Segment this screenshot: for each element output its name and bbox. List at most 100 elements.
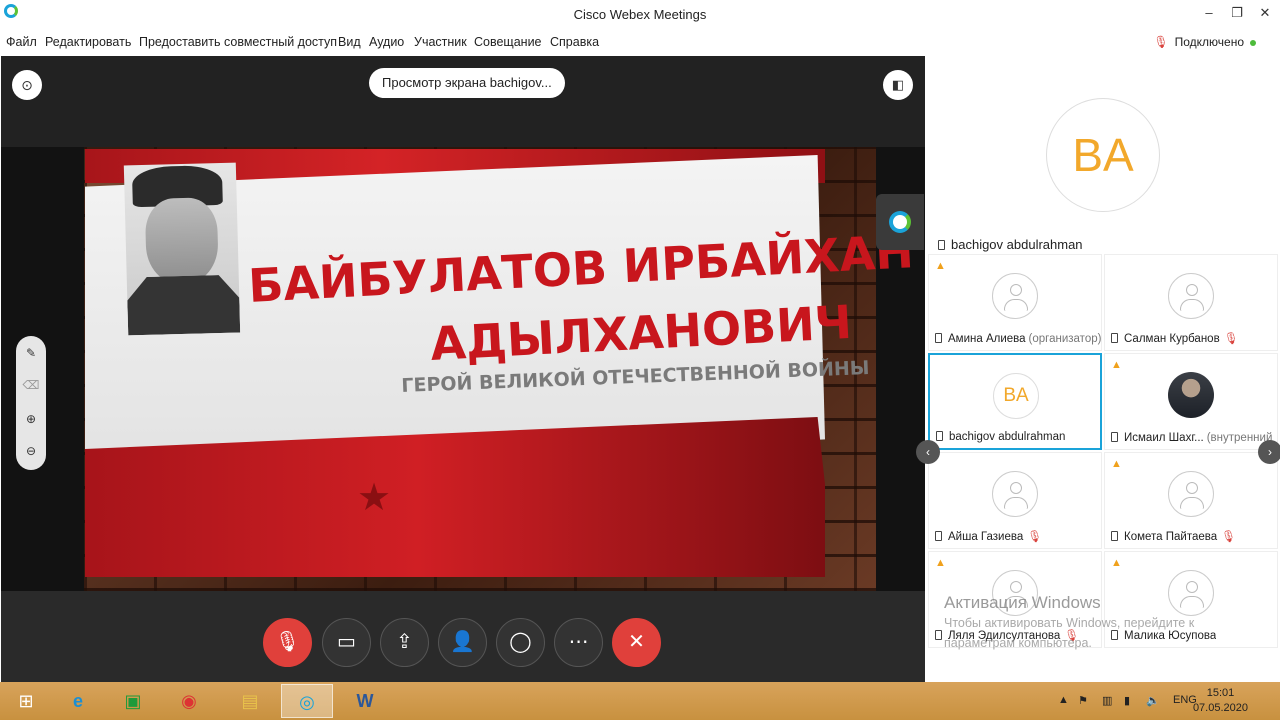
info-icon[interactable]: ⊙: [12, 70, 42, 100]
participant-tile[interactable]: ▲ Малика Юсупова: [1104, 551, 1278, 648]
annotate-icon[interactable]: ✎: [16, 346, 46, 360]
chrome-icon[interactable]: ◉: [163, 684, 215, 718]
volume-icon[interactable]: 🔈: [1146, 694, 1160, 707]
participants-button[interactable]: 👤: [438, 618, 487, 667]
avatar-body: [1180, 497, 1204, 509]
warning-icon: ▲: [1111, 557, 1122, 569]
avatar-head: [1010, 284, 1022, 296]
start-button[interactable]: ⊞: [0, 684, 52, 718]
participant-tile[interactable]: ▲ Исмаил Шахг... (внутренний: [1104, 353, 1278, 450]
participant-name-row: bachigov abdulrahman: [936, 431, 1065, 443]
participant-name-row: Исмаил Шахг... (внутренний: [1111, 432, 1272, 444]
star-icon: ★: [357, 477, 392, 519]
avatar-body: [1004, 497, 1028, 509]
webex-assistant-tab[interactable]: [876, 194, 924, 250]
participant-name-row: Комета Пайтаева 🎙: [1111, 529, 1236, 543]
menu-file[interactable]: Файл: [6, 35, 37, 49]
word-icon[interactable]: W: [339, 684, 391, 718]
shared-screen: БАЙБУЛАТОВ ИРБАЙХАН АДЫЛХАНОВИЧ ГЕРОЙ ВЕ…: [1, 147, 925, 591]
warning-icon: ▲: [935, 557, 946, 569]
internet-explorer-icon[interactable]: e: [52, 684, 104, 718]
participant-name: Комета Пайтаева: [1124, 531, 1218, 543]
device-icon: [935, 531, 942, 541]
participant-initials-avatar: BA: [993, 373, 1039, 419]
menu-participant[interactable]: Участник: [414, 35, 467, 49]
layout-toggle-icon[interactable]: ◧: [883, 70, 913, 100]
restore-button[interactable]: ❐: [1222, 2, 1252, 24]
video-button[interactable]: ▭: [322, 618, 371, 667]
status-dot-icon: [1250, 39, 1256, 46]
participant-tile[interactable]: Айша Газиева 🎙: [928, 452, 1102, 549]
participant-tile[interactable]: ▲ Комета Пайтаева 🎙: [1104, 452, 1278, 549]
participant-tile[interactable]: ▲ Амина Алиева (организатор): [928, 254, 1102, 351]
participant-name-row: Айша Газиева 🎙: [935, 529, 1042, 543]
zoom-out-icon[interactable]: ⊖: [16, 444, 46, 458]
screen-share-label[interactable]: Просмотр экрана bachigov...: [369, 68, 565, 98]
participant-tile[interactable]: Салман Курбанов 🎙: [1104, 254, 1278, 351]
menu-meeting[interactable]: Совещание: [474, 35, 542, 49]
participant-name-row: Салман Курбанов 🎙: [1111, 331, 1238, 345]
device-icon: [936, 431, 943, 441]
participant-name: Малика Юсупова: [1124, 630, 1217, 642]
menu-help[interactable]: Справка: [550, 35, 599, 49]
menu-audio[interactable]: Аудио: [369, 35, 404, 49]
more-button[interactable]: ⋯: [554, 618, 603, 667]
webex-ring-icon: [889, 211, 911, 233]
participant-name: Айша Газиева: [948, 531, 1024, 543]
annotation-toolbar: ✎ ⌫ ⊕ ⊖: [16, 336, 46, 470]
default-avatar-icon: [992, 273, 1038, 319]
participant-name: Амина Алиева: [948, 333, 1026, 345]
portrait-face: [144, 197, 219, 285]
leave-button[interactable]: ✕: [612, 618, 661, 667]
menu-bar: Файл Редактировать Предоставить совместн…: [0, 32, 1280, 52]
activation-watermark-line2: параметрам компьютера.: [944, 636, 1092, 650]
eraser-icon[interactable]: ⌫: [16, 378, 46, 392]
microphone-muted-icon: 🎙: [1027, 531, 1042, 543]
close-window-button[interactable]: ✕: [1250, 2, 1280, 24]
connection-status: 🎙 Подключено: [1153, 35, 1256, 49]
battery-icon[interactable]: ▮: [1124, 694, 1130, 707]
menu-view[interactable]: Вид: [338, 35, 361, 49]
active-speaker-name: bachigov abdulrahman: [934, 235, 1087, 254]
activation-watermark-line1: Чтобы активировать Windows, перейдите к: [944, 616, 1195, 630]
network-icon[interactable]: ▥: [1102, 694, 1112, 707]
active-speaker-avatar: BA: [1046, 98, 1160, 212]
device-icon: [935, 333, 942, 343]
chat-button[interactable]: ◯: [496, 618, 545, 667]
minimize-button[interactable]: –: [1194, 2, 1224, 24]
device-icon: [1111, 432, 1118, 442]
file-explorer-icon[interactable]: ▤: [224, 684, 276, 718]
flag-icon[interactable]: ⚑: [1078, 694, 1088, 707]
avatar-head: [1186, 482, 1198, 494]
mute-button[interactable]: 🎙: [263, 618, 312, 667]
default-avatar-icon: [1168, 471, 1214, 517]
share-button[interactable]: ⇪: [380, 618, 429, 667]
participant-name-row: Амина Алиева (организатор): [935, 333, 1101, 345]
warning-icon: ▲: [1111, 359, 1122, 371]
menu-edit[interactable]: Редактировать: [45, 35, 131, 49]
participant-name: Исмаил Шахг...: [1124, 432, 1204, 444]
scroll-left-button[interactable]: ‹: [916, 440, 940, 464]
clock-date: 07.05.2020: [1192, 702, 1248, 714]
avatar-head: [1010, 581, 1022, 593]
device-icon: [935, 630, 942, 640]
warning-icon: ▲: [935, 260, 946, 272]
portrait-tunic: [127, 275, 240, 336]
participant-name-row: Малика Юсупова: [1111, 630, 1216, 642]
webex-icon[interactable]: ◎: [281, 684, 333, 718]
participant-name: bachigov abdulrahman: [949, 431, 1066, 443]
participants-panel: BA bachigov abdulrahman ▲ Амина Алиева (ор…: [916, 56, 1280, 682]
default-avatar-icon: [992, 471, 1038, 517]
microphone-muted-icon: 🎙: [1223, 333, 1239, 345]
participant-tile[interactable]: BA bachigov abdulrahman: [928, 353, 1102, 450]
avatar-head: [1186, 581, 1198, 593]
taskbar: ⊞ e ▣ ◉ ▤ ◎ W ▲ ⚑ ▥ ▮ 🔈 ENG 15:01 07.05.…: [0, 682, 1280, 720]
store-icon[interactable]: ▣: [107, 684, 159, 718]
meeting-controls: 🎙 ▭ ⇪ 👤 ◯ ⋯ ✕: [1, 591, 925, 682]
connection-label: Подключено: [1174, 35, 1244, 49]
clock[interactable]: 15:01 07.05.2020: [1193, 686, 1248, 716]
tray-expand-icon[interactable]: ▲: [1058, 694, 1069, 706]
scroll-right-button[interactable]: ›: [1258, 440, 1280, 464]
menu-share[interactable]: Предоставить совместный доступ: [139, 35, 337, 49]
zoom-in-icon[interactable]: ⊕: [16, 412, 46, 426]
